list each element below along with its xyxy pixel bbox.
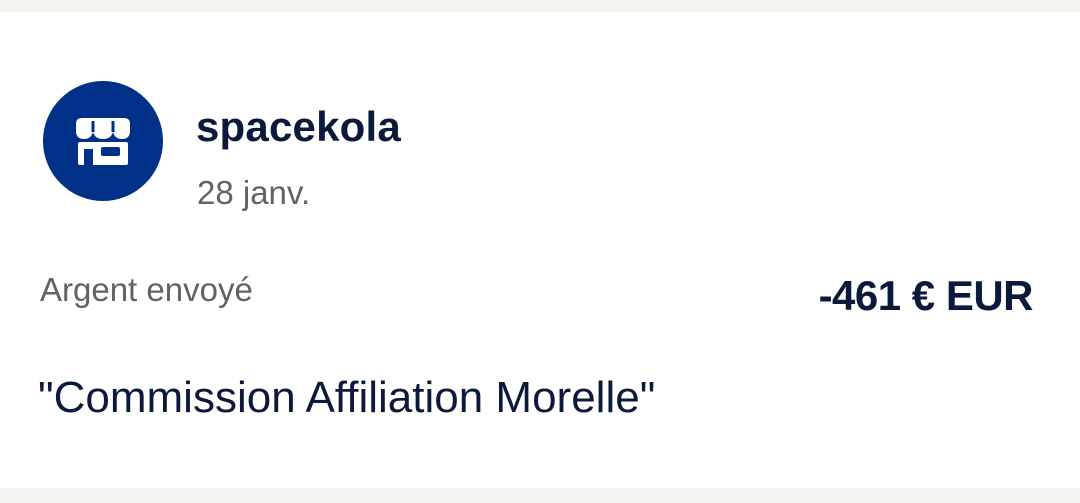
transaction-card[interactable]: spacekola 28 janv. Argent envoyé -461 € …	[0, 12, 1080, 488]
transaction-date: 28 janv.	[197, 174, 311, 211]
transaction-note: "Commission Affiliation Morelle"	[38, 373, 656, 422]
merchant-name: spacekola	[196, 103, 401, 150]
merchant-avatar	[43, 81, 163, 201]
store-icon	[76, 118, 130, 165]
transaction-amount: -461 € EUR	[818, 272, 1034, 319]
transaction-type-label: Argent envoyé	[40, 271, 253, 308]
